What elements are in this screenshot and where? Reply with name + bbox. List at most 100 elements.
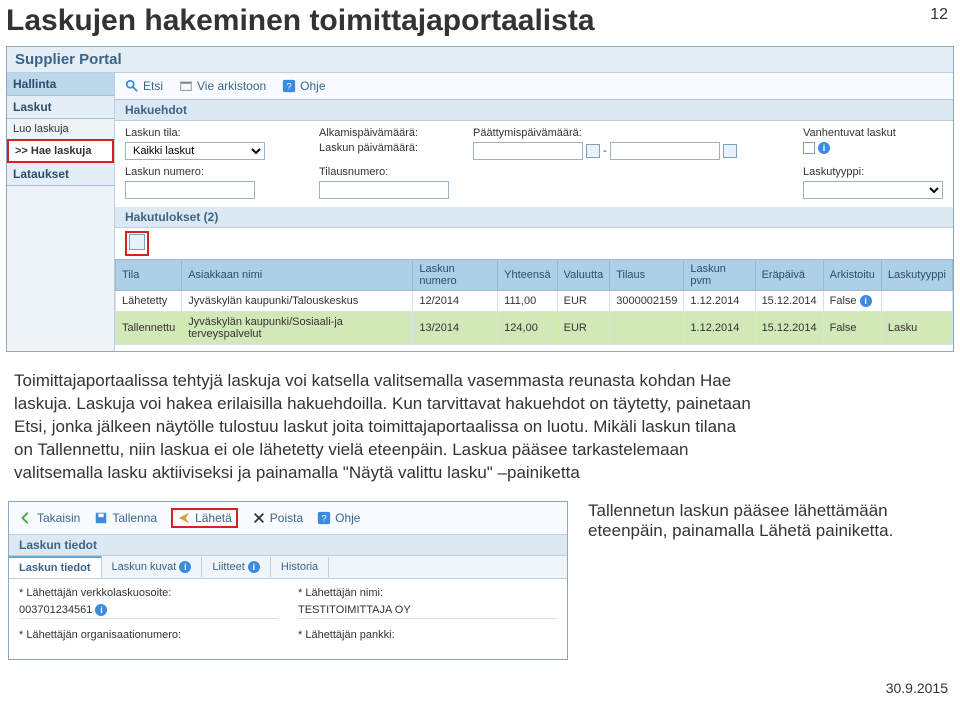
tab-laskun-tiedot[interactable]: Laskun tiedot	[9, 556, 102, 578]
sidebar-item-hae-laskuja[interactable]: >> Hae laskuja	[7, 139, 114, 163]
laheta-label: Lähetä	[195, 511, 232, 525]
supplier-portal: Supplier Portal Hallinta Laskut Luo lask…	[6, 46, 954, 352]
cell-lnum: 12/2014	[413, 291, 498, 312]
ohje-button[interactable]: ? Ohje	[282, 79, 325, 93]
cell-tila: Lähetetty	[116, 291, 182, 312]
col-ark[interactable]: Arkistoitu	[823, 260, 881, 291]
tallenna-label: Tallenna	[112, 511, 157, 525]
col-lpvm[interactable]: Laskun pvm	[684, 260, 755, 291]
calendar-icon[interactable]	[586, 144, 600, 158]
laheta-button[interactable]: Lähetä	[171, 508, 238, 528]
hakuehdot-header: Hakuehdot	[115, 100, 953, 121]
takaisin-label: Takaisin	[37, 511, 80, 525]
cell-tilaus: 3000002159	[610, 291, 684, 312]
sidebar-hallinta[interactable]: Hallinta	[7, 73, 114, 96]
col-lnum[interactable]: Laskun numero	[413, 260, 498, 291]
col-tilaus[interactable]: Tilaus	[610, 260, 684, 291]
table-row[interactable]: Tallennettu Jyväskylän kaupunki/Sosiaali…	[116, 312, 953, 345]
lbl-laskun-tila: Laskun tila:	[125, 127, 305, 139]
save-icon	[94, 511, 108, 525]
cell-tilaus	[610, 312, 684, 345]
sidebar: Hallinta Laskut Luo laskuja >> Hae lasku…	[7, 73, 115, 351]
col-tyyp[interactable]: Laskutyyppi	[881, 260, 952, 291]
input-loppupvm[interactable]	[610, 142, 720, 160]
cell-asiakas: Jyväskylän kaupunki/Sosiaali-ja terveysp…	[182, 312, 413, 345]
lbl-laskutyyppi: Laskutyyppi:	[803, 166, 943, 178]
lbl-vanhentuvat: Vanhentuvat laskut	[803, 127, 943, 139]
val-lahettajan-nimi: TESTITOIMITTAJA OY	[298, 602, 557, 619]
info-icon[interactable]: i	[95, 604, 107, 616]
sidebar-lataukset[interactable]: Lataukset	[7, 163, 114, 186]
invoice-detail-pane: Takaisin Tallenna Lähetä Poista ? Ohje L…	[8, 501, 568, 660]
input-tilausnumero[interactable]	[319, 181, 449, 199]
archive-icon	[179, 79, 193, 93]
col-yht[interactable]: Yhteensä	[498, 260, 557, 291]
input-alkupvm[interactable]	[473, 142, 583, 160]
caption-laheta: Tallennetun laskun pääsee lähettämään et…	[588, 501, 908, 660]
cell-lnum: 13/2014	[413, 312, 498, 345]
cell-ark: False i	[823, 291, 881, 312]
ohje-button[interactable]: ? Ohje	[317, 508, 360, 528]
poista-button[interactable]: Poista	[252, 508, 303, 528]
cell-lpvm: 1.12.2014	[684, 312, 755, 345]
input-laskun-numero[interactable]	[125, 181, 255, 199]
page-number: 12	[930, 6, 948, 24]
cell-yht: 124,00	[498, 312, 557, 345]
etsi-label: Etsi	[143, 79, 163, 93]
info-icon[interactable]: i	[818, 142, 830, 154]
lbl-lahettajan-nimi: * Lähettäjän nimi:	[298, 587, 557, 599]
cell-erapvm: 15.12.2014	[755, 291, 823, 312]
cell-ark: False	[823, 312, 881, 345]
portal-header: Supplier Portal	[7, 47, 953, 73]
info-icon[interactable]: i	[860, 295, 872, 307]
lbl-alkamispvm: Alkamispäivämäärä:	[319, 127, 459, 139]
tab-laskun-kuvat[interactable]: Laskun kuvat i	[102, 557, 203, 577]
poista-label: Poista	[270, 511, 303, 525]
cell-tyyp: Lasku	[881, 312, 952, 345]
col-asiakas[interactable]: Asiakkaan nimi	[182, 260, 413, 291]
ohje-label: Ohje	[335, 511, 360, 525]
lbl-laskun-pvm: Laskun päivämäärä:	[319, 142, 459, 154]
toolbar: Etsi Vie arkistoon ? Ohje	[115, 73, 953, 100]
ohje-label: Ohje	[300, 79, 325, 93]
tab-liitteet[interactable]: Liitteet i	[202, 557, 270, 577]
paragraph-explanation: Toimittajaportaalissa tehtyjä laskuja vo…	[14, 370, 754, 485]
select-laskun-tila[interactable]: Kaikki laskut	[125, 142, 265, 160]
tallenna-button[interactable]: Tallenna	[94, 508, 157, 528]
cell-yht: 111,00	[498, 291, 557, 312]
sidebar-item-luo-laskuja[interactable]: Luo laskuja	[7, 119, 114, 139]
info-icon[interactable]: i	[179, 561, 191, 573]
send-icon	[177, 511, 191, 525]
date-sep: -	[603, 145, 607, 157]
col-tila[interactable]: Tila	[116, 260, 182, 291]
cell-asiakas: Jyväskylän kaupunki/Talouskeskus	[182, 291, 413, 312]
tab-historia[interactable]: Historia	[271, 557, 329, 577]
col-val[interactable]: Valuutta	[557, 260, 610, 291]
takaisin-button[interactable]: Takaisin	[19, 508, 80, 528]
lbl-organisaationumero: * Lähettäjän organisaationumero:	[19, 629, 278, 641]
lbl-paattymispvm: Päättymispäivämäärä:	[473, 127, 737, 139]
calendar-icon[interactable]	[723, 144, 737, 158]
vie-label: Vie arkistoon	[197, 79, 266, 93]
vie-arkistoon-button[interactable]: Vie arkistoon	[179, 79, 266, 93]
delete-icon	[252, 511, 266, 525]
table-row[interactable]: Lähetetty Jyväskylän kaupunki/Talouskesk…	[116, 291, 953, 312]
sidebar-laskut[interactable]: Laskut	[7, 96, 114, 119]
help-icon: ?	[282, 79, 296, 93]
nayta-valittu-lasku-button[interactable]	[125, 231, 149, 256]
etsi-button[interactable]: Etsi	[125, 79, 163, 93]
lbl-verkkolaskuosoite: * Lähettäjän verkkolaskuosoite:	[19, 587, 278, 599]
results-table: Tila Asiakkaan nimi Laskun numero Yhteen…	[115, 259, 953, 345]
info-icon[interactable]: i	[248, 561, 260, 573]
lbl-tilausnumero: Tilausnumero:	[319, 166, 459, 178]
footer-date: 30.9.2015	[886, 680, 948, 696]
col-erapvm[interactable]: Eräpäivä	[755, 260, 823, 291]
select-laskutyyppi[interactable]	[803, 181, 943, 199]
document-icon	[129, 234, 145, 250]
cell-val: EUR	[557, 291, 610, 312]
svg-text:?: ?	[286, 82, 291, 93]
lbl-laskun-numero: Laskun numero:	[125, 166, 305, 178]
lbl-lahettajan-pankki: * Lähettäjän pankki:	[298, 629, 557, 641]
chk-vanhentuvat[interactable]	[803, 142, 815, 154]
cell-tila: Tallennettu	[116, 312, 182, 345]
